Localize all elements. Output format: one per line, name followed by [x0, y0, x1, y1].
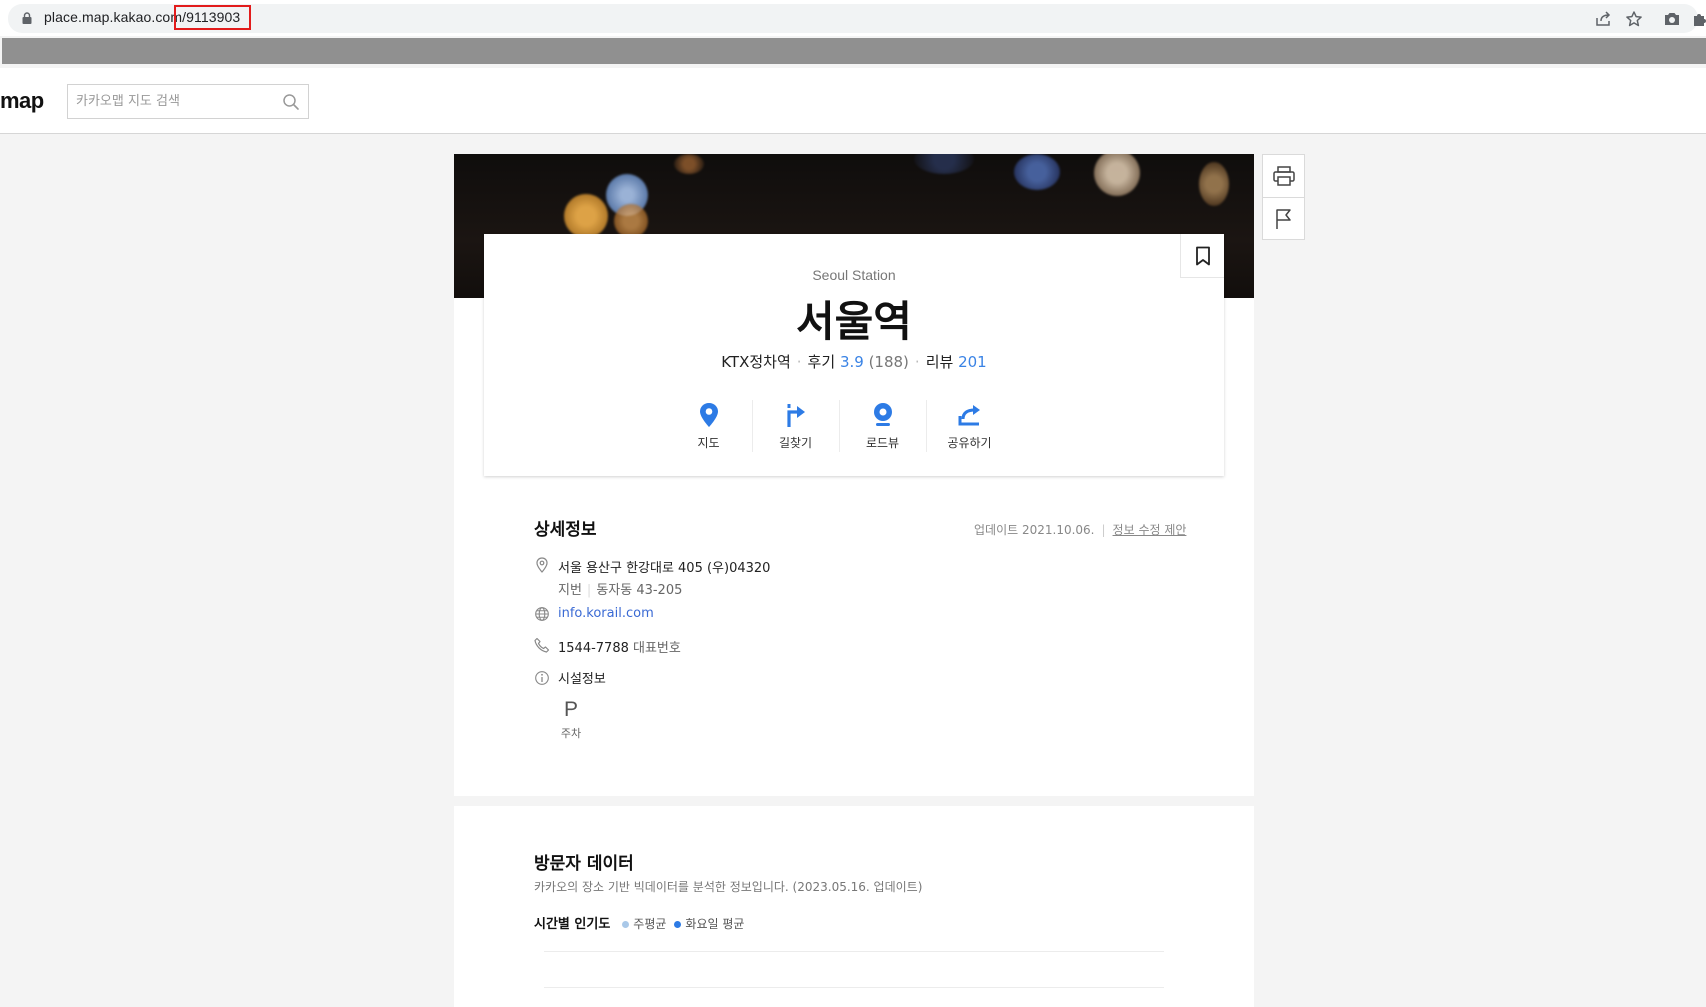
legend-day-dot — [674, 920, 682, 928]
globe-icon — [535, 607, 549, 621]
flag-icon — [1275, 208, 1291, 229]
visitor-title: 방문자 데이터 — [534, 854, 634, 874]
parking-icon: P — [563, 698, 578, 721]
legend-day[interactable]: 화요일 평균 — [685, 917, 744, 931]
separator: | — [1101, 523, 1106, 537]
search-icon[interactable] — [282, 93, 300, 111]
action-label: 길찾기 — [778, 436, 813, 450]
place-actions: 지도 길찾기 로드뷰 공유하기 — [665, 400, 1045, 456]
action-roadview-button[interactable]: 로드뷰 — [839, 400, 926, 456]
jibun-address: 지번 | 동자동 43-205 — [558, 579, 682, 598]
jibun-label: 지번 — [558, 583, 582, 598]
bookmark-star-icon[interactable] — [1625, 10, 1643, 28]
camera-icon[interactable] — [1663, 10, 1681, 28]
place-english-name: Seoul Station — [812, 267, 896, 283]
lock-icon — [22, 12, 32, 24]
share-page-icon[interactable] — [1594, 10, 1612, 28]
action-map-button[interactable]: 지도 — [665, 400, 752, 456]
bokeh-light — [1199, 162, 1229, 206]
popularity-header: 시간별 인기도 주평균 화요일 평균 — [534, 913, 750, 932]
facility-parking: P 주차 — [555, 698, 587, 741]
app-header: map — [0, 68, 1706, 134]
url-id-highlight — [174, 5, 251, 30]
bokeh-light — [1094, 154, 1140, 196]
roadview-icon — [873, 403, 892, 426]
facility-title: 시설정보 — [558, 672, 606, 687]
review-label[interactable]: 후기 — [808, 353, 836, 371]
search-input[interactable] — [76, 85, 276, 118]
bookmarks-bar — [2, 38, 1706, 64]
map-pin-icon — [699, 403, 718, 427]
visitor-description: 카카오의 장소 기반 빅데이터를 분석한 정보입니다. (2023.05.16.… — [534, 880, 923, 894]
separator: | — [586, 583, 592, 598]
popularity-title: 시간별 인기도 — [534, 917, 611, 932]
legend-week-dot — [622, 920, 630, 928]
action-share-button[interactable]: 공유하기 — [926, 400, 1013, 456]
bokeh-light — [914, 154, 974, 174]
print-icon — [1272, 166, 1295, 186]
homepage-row: info.korail.com — [558, 606, 654, 621]
separator-dot: · — [796, 353, 802, 371]
update-info: 업데이트 2021.10.06. | 정보 수정 제안 — [974, 521, 1186, 538]
blog-review-count[interactable]: 201 — [958, 353, 987, 371]
chart-gridline — [544, 951, 1164, 952]
info-icon — [535, 671, 549, 685]
phone-icon — [534, 637, 550, 653]
action-label: 지도 — [697, 436, 720, 450]
side-toolbar — [1262, 154, 1305, 240]
bokeh-light — [674, 154, 704, 174]
phone-row: 1544-7788 대표번호 — [558, 637, 681, 656]
suggest-edit-link[interactable]: 정보 수정 제안 — [1113, 523, 1187, 537]
rating-count: (188) — [868, 353, 909, 371]
bokeh-light — [614, 204, 648, 238]
blog-review-label[interactable]: 리뷰 — [926, 353, 954, 371]
separator-dot: · — [914, 353, 920, 371]
browser-address-bar: place.map.kakao.com/9113903 — [0, 0, 1706, 36]
legend-week[interactable]: 주평균 — [633, 917, 666, 931]
chart-gridline — [544, 987, 1164, 988]
phone-number[interactable]: 1544-7788 — [558, 641, 629, 656]
phone-type: 대표번호 — [633, 641, 681, 656]
location-pin-icon — [536, 557, 548, 573]
action-directions-button[interactable]: 길찾기 — [752, 400, 839, 456]
facility-label: 주차 — [560, 727, 582, 740]
kakaomap-logo[interactable]: map — [0, 88, 44, 114]
action-label: 로드뷰 — [865, 436, 900, 450]
url-host: place.map.kakao.com — [44, 9, 183, 25]
place-category: KTX정차역 — [721, 353, 791, 371]
jibun-value: 동자동 43-205 — [596, 583, 683, 598]
report-button[interactable] — [1263, 197, 1304, 239]
visitor-panel — [454, 806, 1254, 1007]
action-label: 공유하기 — [947, 436, 992, 450]
homepage-link[interactable]: info.korail.com — [558, 606, 654, 621]
bokeh-light — [564, 194, 608, 238]
search-box — [67, 84, 309, 119]
print-button[interactable] — [1263, 155, 1304, 197]
bookmark-icon — [1195, 246, 1210, 265]
address: 서울 용산구 한강대로 405 (우)04320 — [558, 561, 771, 576]
extensions-icon[interactable] — [1690, 10, 1706, 28]
directions-icon — [786, 404, 805, 427]
details-title: 상세정보 — [534, 520, 597, 540]
share-icon — [958, 405, 980, 426]
update-date: 업데이트 2021.10.06. — [974, 523, 1095, 537]
url-field[interactable] — [8, 4, 1698, 33]
rating-score[interactable]: 3.9 — [840, 353, 864, 371]
bokeh-light — [1014, 154, 1060, 190]
place-name: 서울역 — [796, 297, 912, 346]
place-meta: KTX정차역 · 후기 3.9 (188) · 리뷰 201 — [484, 351, 1224, 372]
